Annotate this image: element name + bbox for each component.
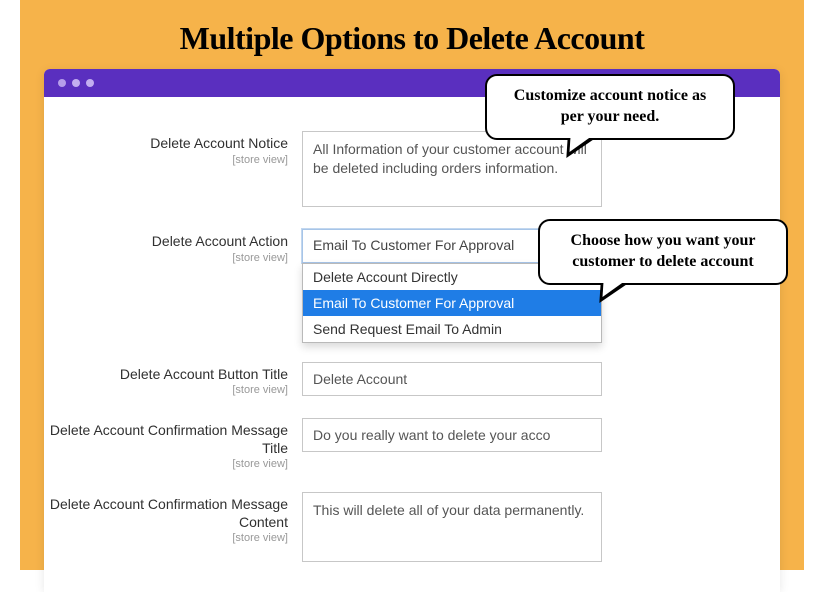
delete-account-notice-textarea[interactable]: All Information of your customer account…	[302, 131, 602, 207]
label-text: Delete Account Notice	[44, 135, 288, 153]
field-label-confirm-title: Delete Account Confirmation Message Titl…	[44, 418, 302, 470]
window-dot-icon	[86, 79, 94, 87]
window-dot-icon	[72, 79, 80, 87]
page-title: Multiple Options to Delete Account	[20, 0, 804, 69]
label-scope: [store view]	[44, 384, 288, 396]
label-scope: [store view]	[44, 252, 288, 264]
window-dot-icon	[58, 79, 66, 87]
field-row-button-title: Delete Account Button Title [store view]	[44, 362, 752, 397]
label-text: Delete Account Confirmation Message Titl…	[44, 422, 288, 457]
field-row-confirm-content: Delete Account Confirmation Message Cont…	[44, 492, 752, 562]
action-callout: Choose how you want your customer to del…	[538, 219, 788, 285]
label-text: Delete Account Action	[44, 233, 288, 251]
label-scope: [store view]	[44, 154, 288, 166]
browser-window: Delete Account Notice [store view] All I…	[44, 69, 780, 592]
field-label-confirm-content: Delete Account Confirmation Message Cont…	[44, 492, 302, 544]
action-callout-text: Choose how you want your customer to del…	[556, 231, 770, 273]
field-row-notice: Delete Account Notice [store view] All I…	[44, 131, 752, 207]
field-label-button-title: Delete Account Button Title [store view]	[44, 362, 302, 397]
notice-callout: Customize account notice as per your nee…	[485, 74, 735, 140]
config-panel: Delete Account Notice [store view] All I…	[44, 97, 780, 592]
label-text: Delete Account Confirmation Message Cont…	[44, 496, 288, 531]
field-label-action: Delete Account Action [store view]	[44, 229, 302, 264]
label-text: Delete Account Button Title	[44, 366, 288, 384]
confirmation-title-input[interactable]	[302, 418, 602, 452]
field-row-confirm-title: Delete Account Confirmation Message Titl…	[44, 418, 752, 470]
action-option-email-admin[interactable]: Send Request Email To Admin	[303, 316, 601, 342]
action-option-email-customer[interactable]: Email To Customer For Approval	[303, 290, 601, 316]
label-scope: [store view]	[44, 532, 288, 544]
confirmation-content-textarea[interactable]: This will delete all of your data perman…	[302, 492, 602, 562]
notice-callout-text: Customize account notice as per your nee…	[503, 86, 717, 128]
delete-account-button-title-input[interactable]	[302, 362, 602, 396]
label-scope: [store view]	[44, 458, 288, 470]
field-label-notice: Delete Account Notice [store view]	[44, 131, 302, 166]
